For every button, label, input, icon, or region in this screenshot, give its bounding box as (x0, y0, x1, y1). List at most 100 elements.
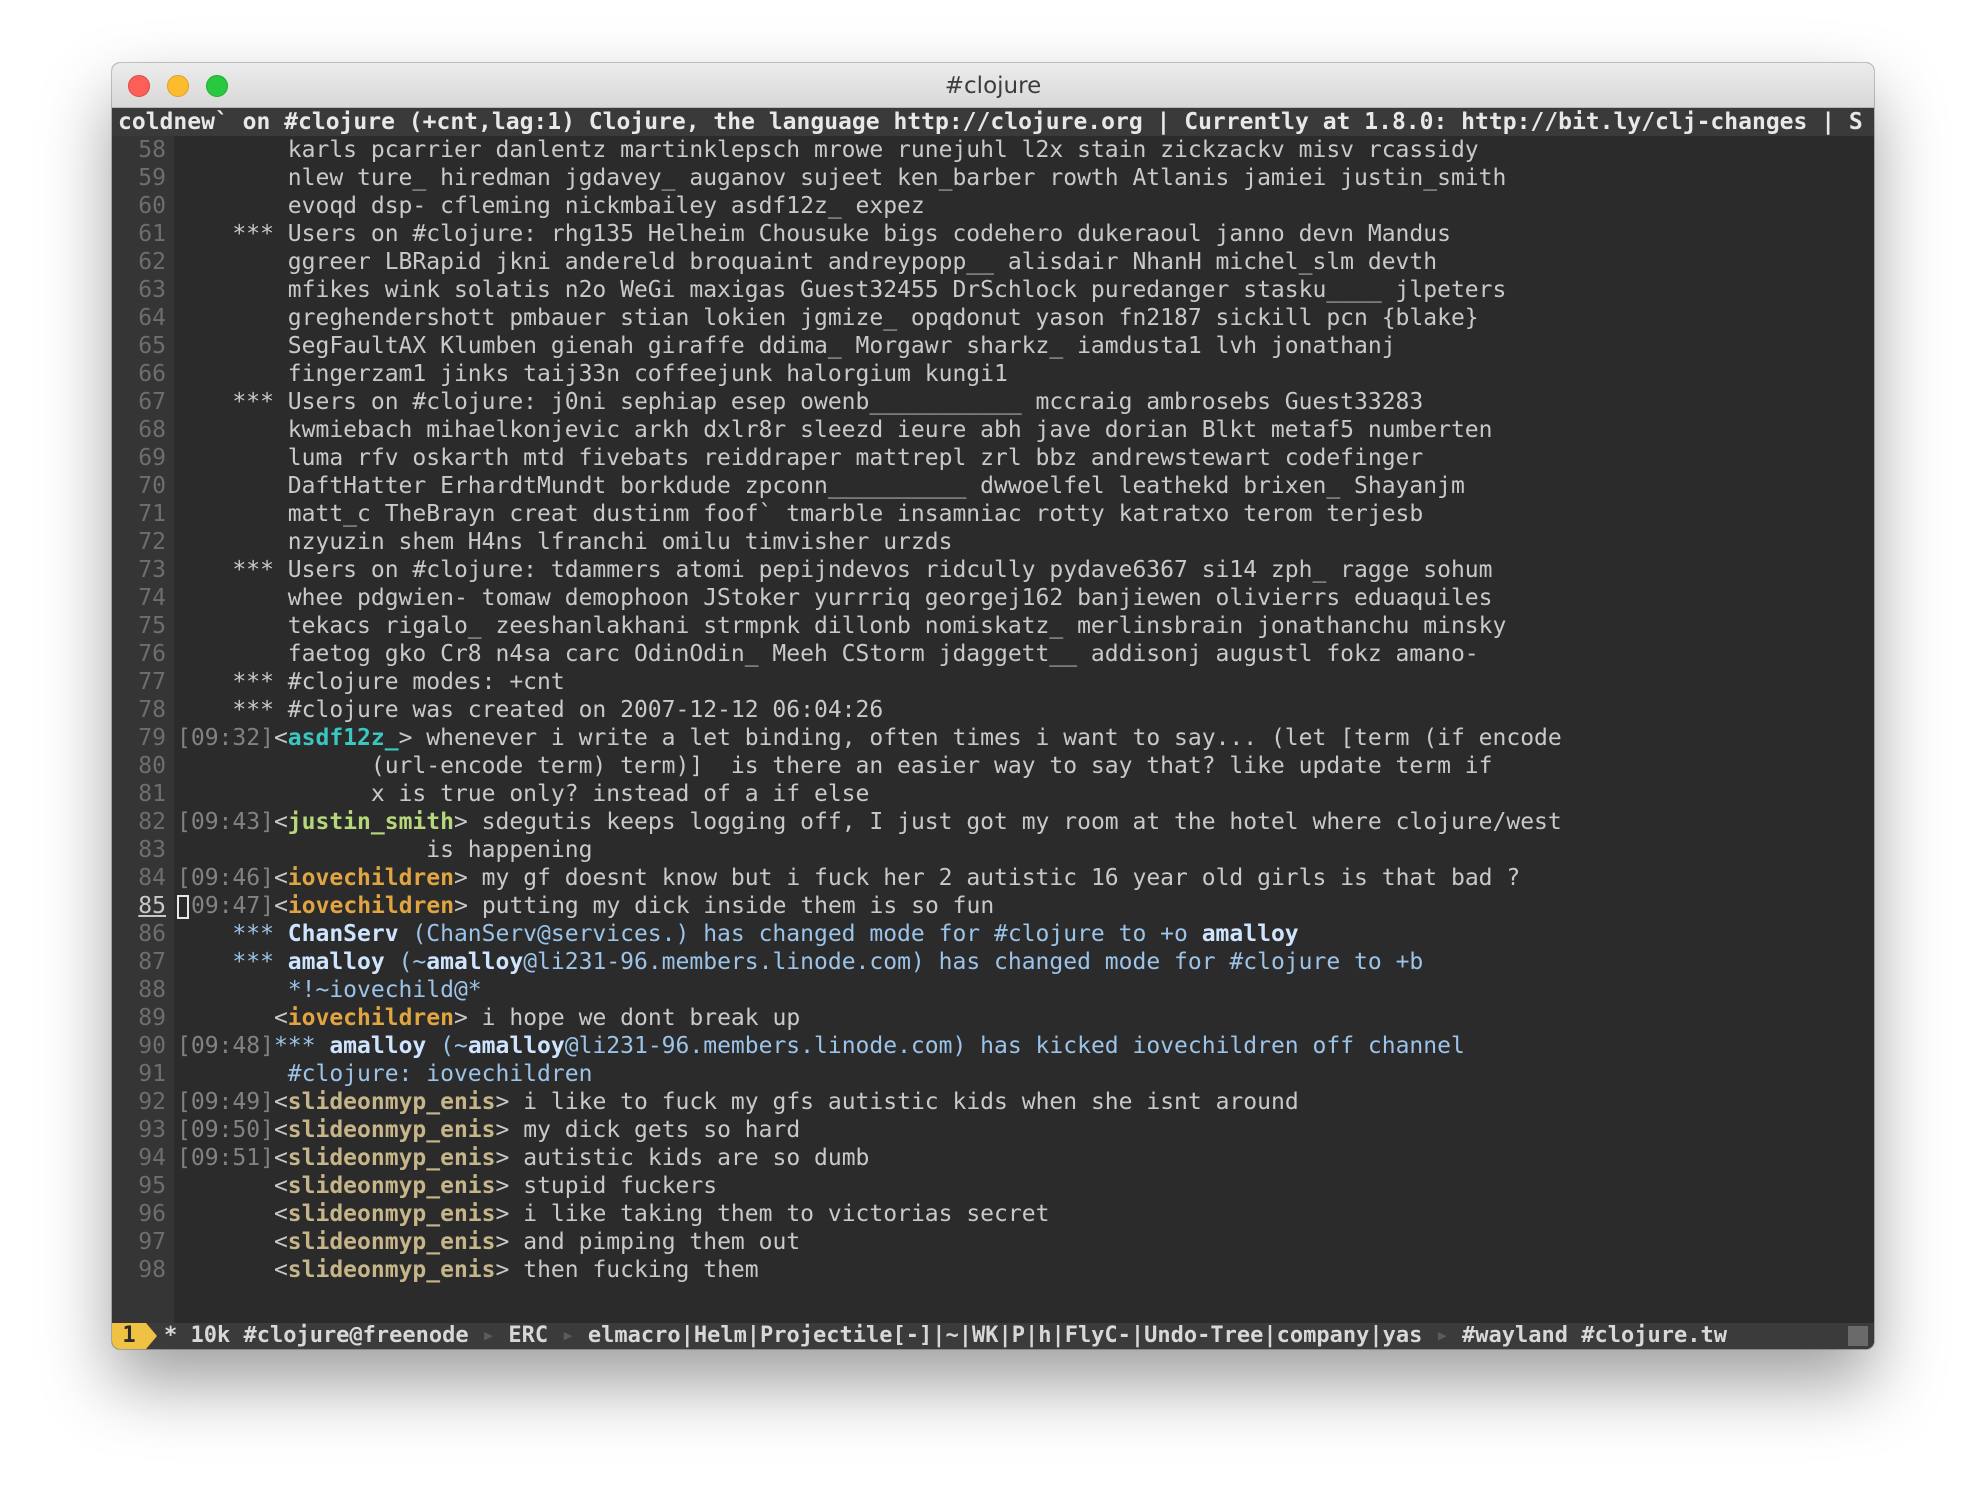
buffer-line[interactable]: 71 matt_c TheBrayn creat dustinm foof` t… (112, 500, 1874, 528)
nick[interactable]: slideonmyp_enis (288, 1201, 496, 1227)
line-content: [09:32]<asdf12z_> whenever i write a let… (177, 724, 1562, 752)
buffer-line[interactable]: 78 *** #clojure was created on 2007-12-1… (112, 696, 1874, 724)
nick[interactable]: slideonmyp_enis (288, 1173, 496, 1199)
line-content: nlew ture_ hiredman jgdavey_ auganov suj… (177, 164, 1507, 192)
line-number: 98 (138, 1257, 166, 1283)
line-number: 66 (138, 361, 166, 387)
line-text: luma rfv oskarth mtd fivebats reiddraper… (177, 445, 1424, 471)
message-text: sdegutis keeps logging off, I just got m… (467, 809, 1562, 835)
nick-bracket: < (273, 1005, 288, 1031)
buffer-line[interactable]: 81 x is true only? instead of a if else (112, 780, 1874, 808)
nick-bracket: > (495, 1257, 510, 1283)
notice-nick[interactable]: amalloy (468, 1033, 565, 1059)
text-cursor (177, 894, 189, 919)
erc-buffer[interactable]: 58 karls pcarrier danlentz martinklepsch… (112, 136, 1874, 1349)
line-content: [09:51]<slideonmyp_enis> autistic kids a… (177, 1144, 869, 1172)
line-text: SegFaultAX Klumben gienah giraffe ddima_… (177, 333, 1396, 359)
tracking-channels[interactable]: #wayland #clojure.tw (1449, 1323, 1727, 1348)
buffer-line[interactable]: 94 [09:51]<slideonmyp_enis> autistic kids… (112, 1144, 1874, 1172)
nick[interactable]: justin_smith (288, 809, 454, 835)
nick[interactable]: slideonmyp_enis (288, 1229, 496, 1255)
nick-bracket: > (495, 1201, 510, 1227)
buffer-line[interactable]: 86 *** ChanServ (ChanServ@services.) has… (112, 920, 1874, 948)
buffer-line[interactable]: 68 kwmiebach mihaelkonjevic arkh dxlr8r … (112, 416, 1874, 444)
buffer-line[interactable]: 65 SegFaultAX Klumben gienah giraffe ddi… (112, 332, 1874, 360)
line-number: 90 (138, 1033, 166, 1059)
buffer-line[interactable]: 93 [09:50]<slideonmyp_enis> my dick gets … (112, 1116, 1874, 1144)
notice-nick[interactable]: amalloy (329, 1033, 426, 1059)
buffer-line[interactable]: 90 [09:48]*** amalloy (~amalloy@li231-96.… (112, 1032, 1874, 1060)
buffer-line[interactable]: 92 [09:49]<slideonmyp_enis> i like to fuc… (112, 1088, 1874, 1116)
nick[interactable]: asdf12z_ (288, 725, 399, 751)
buffer-line[interactable]: 96 <slideonmyp_enis> i like taking them … (112, 1200, 1874, 1228)
buffer-line[interactable]: 75 tekacs rigalo_ zeeshanlakhani strmpnk… (112, 612, 1874, 640)
buffer-line[interactable]: 83 is happening (112, 836, 1874, 864)
buffer-line[interactable]: 58 karls pcarrier danlentz martinklepsch… (112, 136, 1874, 164)
nick[interactable]: iovechildren (288, 1005, 454, 1031)
buffer-line[interactable]: 64 greghendershott pmbauer stian lokien … (112, 304, 1874, 332)
title-bar: #clojure (112, 63, 1874, 108)
buffer-line[interactable]: 59 nlew ture_ hiredman jgdavey_ auganov … (112, 164, 1874, 192)
buffer-line[interactable]: 67 *** Users on #clojure: j0ni sephiap e… (112, 388, 1874, 416)
line-content: x is true only? instead of a if else (177, 780, 870, 808)
buffer-line[interactable]: 98 <slideonmyp_enis> then fucking them (112, 1256, 1874, 1284)
buffer-line[interactable]: 88 *!~iovechild@* (112, 976, 1874, 1004)
nick[interactable]: slideonmyp_enis (288, 1145, 496, 1171)
buffer-line[interactable]: 70 DaftHatter ErhardtMundt borkdude zpco… (112, 472, 1874, 500)
nick[interactable]: slideonmyp_enis (288, 1257, 496, 1283)
line-content: SegFaultAX Klumben gienah giraffe ddima_… (177, 332, 1396, 360)
buffer-line[interactable]: 76 faetog gko Cr8 n4sa carc OdinOdin_ Me… (112, 640, 1874, 668)
channel-topic-header: coldnew` on #clojure (+cnt,lag:1) Clojur… (112, 108, 1874, 136)
buffer-line[interactable]: 73 *** Users on #clojure: tdammers atomi… (112, 556, 1874, 584)
nick[interactable]: slideonmyp_enis (288, 1117, 496, 1143)
buffer-line[interactable]: 63 mfikes wink solatis n2o WeGi maxigas … (112, 276, 1874, 304)
buffer-line[interactable]: 82 [09:43]<justin_smith> sdegutis keeps l… (112, 808, 1874, 836)
line-number: 75 (138, 613, 166, 639)
buffer-line[interactable]: 72 nzyuzin shem H4ns lfranchi omilu timv… (112, 528, 1874, 556)
timestamp (177, 1257, 274, 1283)
buffer-line[interactable]: 97 <slideonmyp_enis> and pimping them ou… (112, 1228, 1874, 1256)
buffer-line[interactable]: 74 whee pdgwien- tomaw demophoon JStoker… (112, 584, 1874, 612)
buffer-line[interactable]: 91 #clojure: iovechildren (112, 1060, 1874, 1088)
buffer-line[interactable]: 89 <iovechildren> i hope we dont break u… (112, 1004, 1874, 1032)
line-content: #clojure: iovechildren (177, 1060, 593, 1088)
line-content: tekacs rigalo_ zeeshanlakhani strmpnk di… (177, 612, 1507, 640)
buffer-line[interactable]: 66 fingerzam1 jinks taij33n coffeejunk h… (112, 360, 1874, 388)
nick[interactable]: iovechildren (288, 893, 454, 919)
message-text: my dick gets so hard (509, 1117, 801, 1143)
line-content: <slideonmyp_enis> then fucking them (177, 1256, 759, 1284)
timestamp (177, 1229, 274, 1255)
buffer-line[interactable]: 77 *** #clojure modes: +cnt (112, 668, 1874, 696)
buffer-line[interactable]: 84 [09:46]<iovechildren> my gf doesnt kno… (112, 864, 1874, 892)
line-content: [09:49]<slideonmyp_enis> i like to fuck … (177, 1088, 1299, 1116)
nick[interactable]: iovechildren (288, 865, 454, 891)
notice-nick[interactable]: ChanServ (288, 921, 399, 947)
line-number: 91 (138, 1061, 166, 1087)
buffer-lines: 58 karls pcarrier danlentz martinklepsch… (112, 136, 1874, 1284)
buffer-line[interactable]: 87 *** amalloy (~amalloy@li231-96.member… (112, 948, 1874, 976)
buffer-line[interactable]: 60 evoqd dsp- cfleming nickmbailey asdf1… (112, 192, 1874, 220)
line-content: DaftHatter ErhardtMundt borkdude zpconn_… (177, 472, 1465, 500)
minor-modes[interactable]: elmacro|Helm|Projectile[-]|~|WK|P|h|FlyC… (575, 1323, 1436, 1348)
buffer-line[interactable]: 85 09:47]<iovechildren> putting my dick i… (112, 892, 1874, 920)
line-content: [09:48]*** amalloy (~amalloy@li231-96.me… (177, 1032, 1465, 1060)
buffer-line[interactable]: 79 [09:32]<asdf12z_> whenever i write a l… (112, 724, 1874, 752)
line-content: *** Users on #clojure: tdammers atomi pe… (177, 556, 1492, 584)
buffer-line[interactable]: 95 <slideonmyp_enis> stupid fuckers (112, 1172, 1874, 1200)
notice-nick[interactable]: amalloy (288, 949, 385, 975)
notice-text: @li231-96.members.linode.com) has kicked… (564, 1033, 1465, 1059)
line-number: 69 (138, 445, 166, 471)
notice-nick[interactable]: amalloy (1202, 921, 1299, 947)
nick[interactable]: slideonmyp_enis (288, 1089, 496, 1115)
line-number: 61 (138, 221, 166, 247)
buffer-line[interactable]: 62 ggreer LBRapid jkni andereld broquain… (112, 248, 1874, 276)
buffer-line[interactable]: 61 *** Users on #clojure: rhg135 Helheim… (112, 220, 1874, 248)
notice-nick[interactable]: amalloy (426, 949, 523, 975)
line-content: *** amalloy (~amalloy@li231-96.members.l… (177, 948, 1423, 976)
line-text: fingerzam1 jinks taij33n coffeejunk halo… (177, 361, 1008, 387)
message-text: then fucking them (509, 1257, 759, 1283)
major-mode[interactable]: ERC (495, 1323, 561, 1348)
buffer-line[interactable]: 69 luma rfv oskarth mtd fivebats reiddra… (112, 444, 1874, 472)
line-content: ggreer LBRapid jkni andereld broquaint a… (177, 248, 1437, 276)
buffer-line[interactable]: 80 (url-encode term) term)] is there an … (112, 752, 1874, 780)
